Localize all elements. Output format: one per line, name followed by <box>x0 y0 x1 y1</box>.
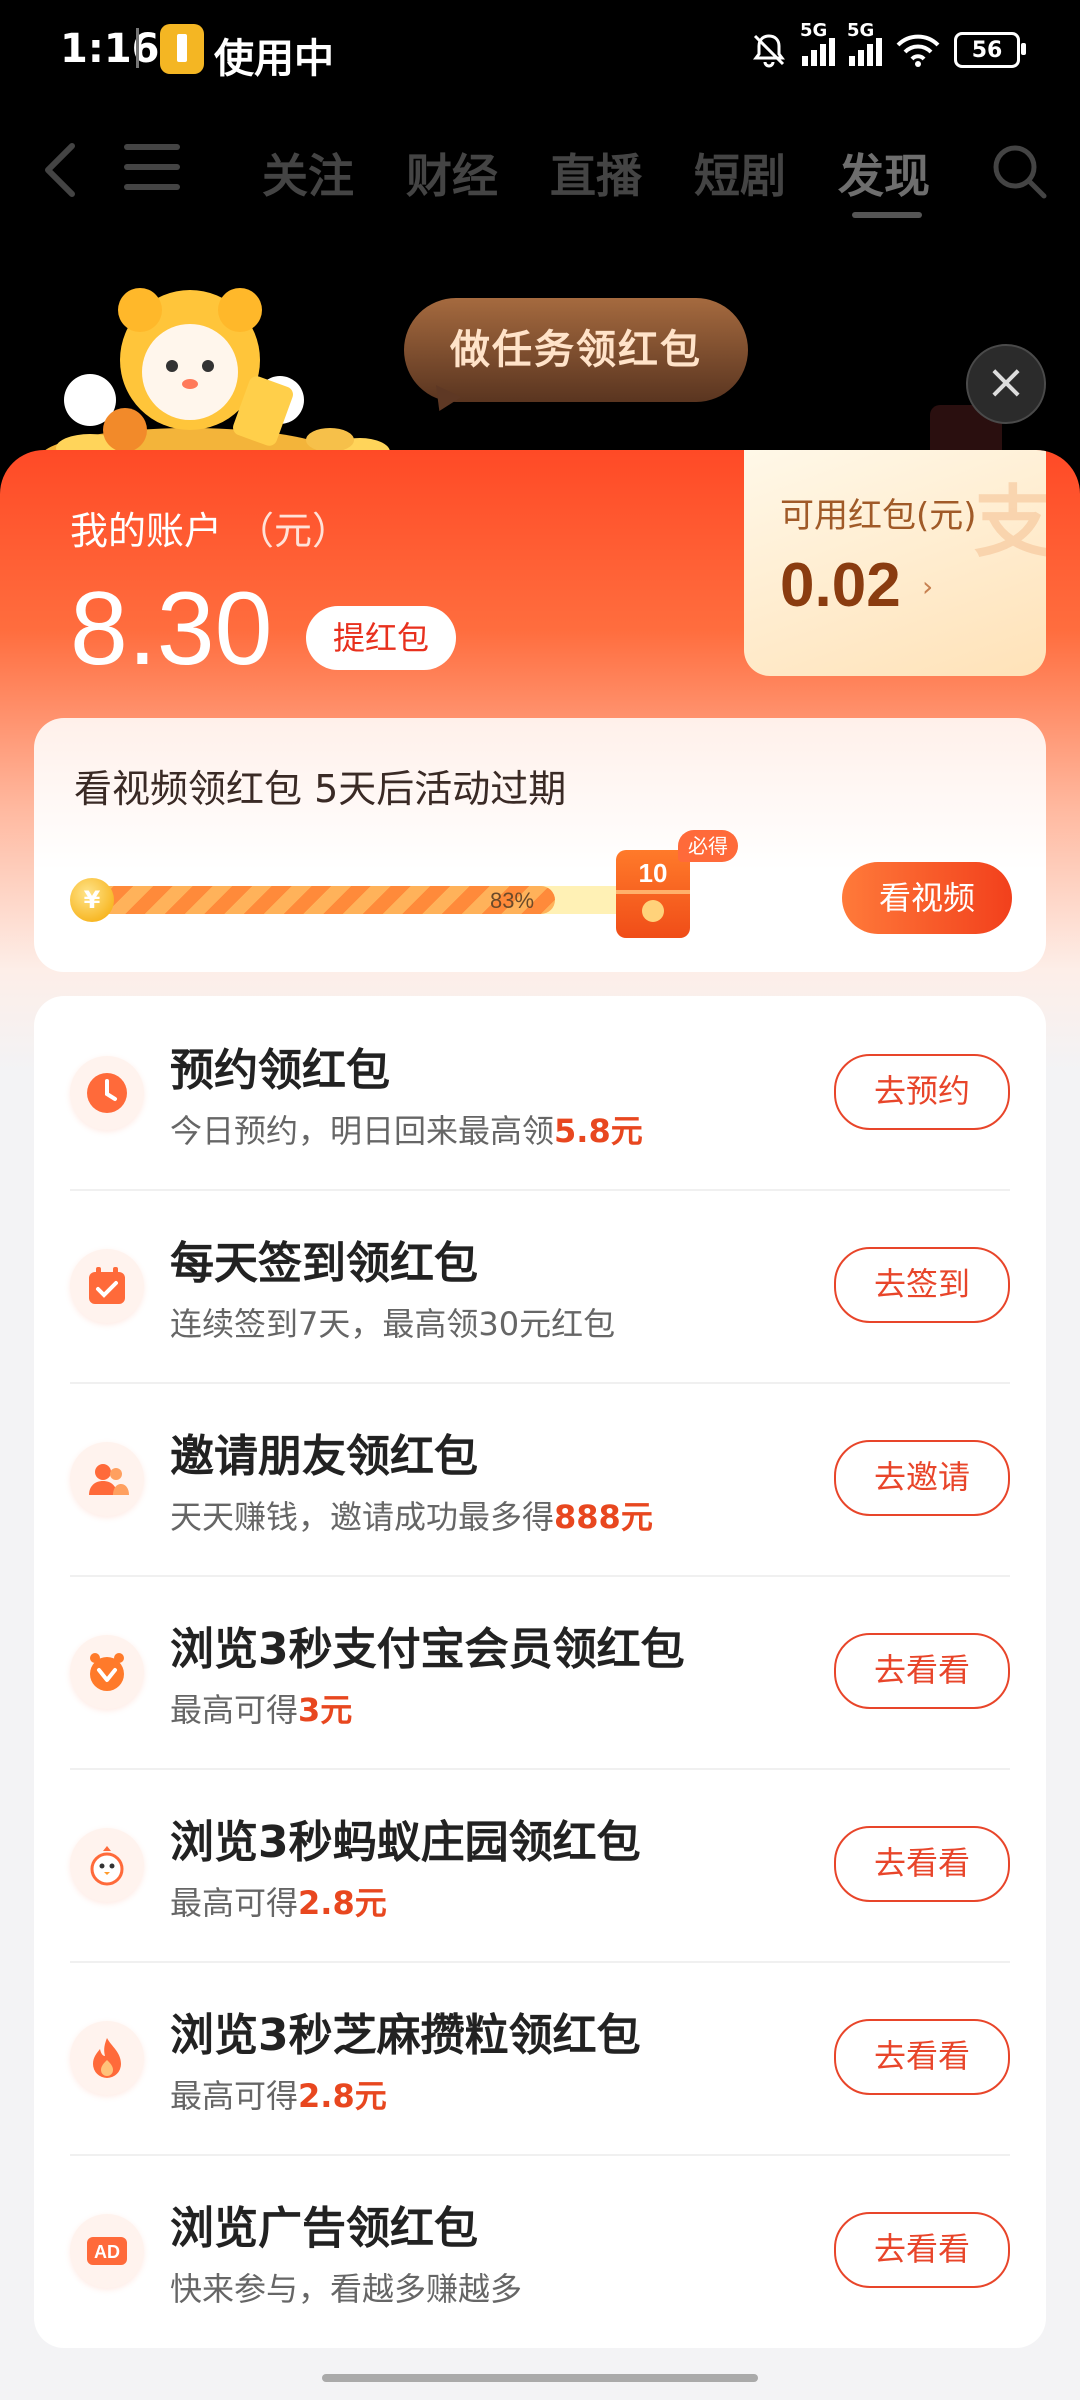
view-button[interactable]: 去看看 <box>834 1826 1010 1902</box>
task-subtitle: 天天赚钱，邀请成功最多得888元 <box>170 1498 653 1536</box>
task-subtitle: 最高可得3元 <box>170 1691 353 1729</box>
flashlight-icon <box>160 24 204 74</box>
friends-icon <box>70 1442 144 1516</box>
must-get-badge: 必得 <box>678 830 738 862</box>
task-subtitle: 最高可得2.8元 <box>170 2077 387 2115</box>
svg-text:AD: AD <box>94 2242 120 2262</box>
coin-icon: ¥ <box>70 878 114 922</box>
task-bubble: 做任务领红包 <box>404 298 748 402</box>
tab-live[interactable]: 直播 <box>550 140 642 206</box>
menu-icon[interactable] <box>124 144 180 196</box>
signal-icon: 5G <box>847 20 882 66</box>
account-title: 我的账户 （元） <box>70 509 351 553</box>
ad-icon: AD <box>70 2214 144 2288</box>
tab-finance[interactable]: 财经 <box>406 140 498 206</box>
redpacket-reward-icon: 10 <box>616 850 690 938</box>
task-subtitle: 连续签到7天，最高领30元红包 <box>170 1305 616 1343</box>
mute-bell-icon <box>753 34 785 68</box>
reserve-button[interactable]: 去预约 <box>834 1054 1010 1130</box>
view-button[interactable]: 去看看 <box>834 2212 1010 2288</box>
watch-video-button[interactable]: 看视频 <box>842 862 1012 934</box>
status-app-label: 使用中 <box>214 36 334 82</box>
progress-fill <box>74 886 556 914</box>
available-redpacket-card[interactable]: 支 可用红包(元) 0.02 › <box>744 450 1046 676</box>
active-tab-indicator <box>852 212 922 218</box>
flame-icon <box>70 2021 144 2095</box>
task-title: 浏览广告领红包 <box>170 2203 478 2254</box>
status-time: 1:16 <box>60 26 160 72</box>
task-row-invite: 邀请朋友领红包 天天赚钱，邀请成功最多得888元 去邀请 <box>70 1382 1010 1577</box>
status-divider <box>136 28 139 68</box>
chevron-right-icon: › <box>922 570 934 603</box>
search-icon[interactable] <box>990 142 1048 200</box>
reward-amount: 10 <box>638 858 668 888</box>
task-row-alipay-member: 浏览3秒支付宝会员领红包 最高可得3元 去看看 <box>70 1575 1010 1770</box>
status-icons: 5G 5G 56 <box>750 20 1026 72</box>
tab-short-drama[interactable]: 短剧 <box>694 140 786 206</box>
top-nav: 关注 财经 直播 短剧 发现 <box>0 120 1080 220</box>
task-row-ant-farm: 浏览3秒蚂蚁庄园领红包 最高可得2.8元 去看看 <box>70 1768 1010 1963</box>
task-title: 邀请朋友领红包 <box>170 1431 478 1482</box>
wifi-icon <box>896 34 940 67</box>
task-title: 浏览3秒支付宝会员领红包 <box>170 1624 685 1675</box>
task-subtitle: 今日预约，明日回来最高领5.8元 <box>170 1112 643 1150</box>
task-title: 预约领红包 <box>170 1045 390 1096</box>
task-title: 每天签到领红包 <box>170 1238 478 1289</box>
view-button[interactable]: 去看看 <box>834 2019 1010 2095</box>
task-subtitle: 最高可得2.8元 <box>170 1884 387 1922</box>
withdraw-button[interactable]: 提红包 <box>306 606 456 670</box>
progress-label: 83% <box>490 888 535 913</box>
chick-icon <box>70 1828 144 1902</box>
clock-icon <box>70 1056 144 1130</box>
available-amount: 0.02 <box>780 551 901 620</box>
back-icon[interactable] <box>36 140 96 200</box>
alipay-member-icon <box>70 1635 144 1709</box>
tab-follow[interactable]: 关注 <box>262 140 354 206</box>
account-amount: 8.30 <box>70 571 273 687</box>
invite-button[interactable]: 去邀请 <box>834 1440 1010 1516</box>
battery-icon: 56 <box>954 32 1026 68</box>
task-title: 浏览3秒芝麻攒粒领红包 <box>170 2010 641 2061</box>
task-row-reserve: 预约领红包 今日预约，明日回来最高领5.8元 去预约 <box>70 996 1010 1191</box>
view-button[interactable]: 去看看 <box>834 1633 1010 1709</box>
video-task-card: 看视频领红包 5天后活动过期 ¥ 83% 10 必得 看视频 <box>34 718 1046 972</box>
task-subtitle: 快来参与，看越多赚越多 <box>170 2270 523 2308</box>
status-bar: 1:16 使用中 5G 5G 56 <box>0 0 1080 100</box>
task-title: 浏览3秒蚂蚁庄园领红包 <box>170 1817 641 1868</box>
calendar-check-icon <box>70 1249 144 1323</box>
close-button[interactable]: × <box>966 344 1046 424</box>
signal-icon: 5G <box>800 20 835 66</box>
progress-bar <box>74 886 654 914</box>
main-card: 我的账户 （元） 8.30 提红包 支 可用红包(元) 0.02 › 看视频领红包… <box>0 450 1080 2400</box>
task-row-checkin: 每天签到领红包 连续签到7天，最高领30元红包 去签到 <box>70 1189 1010 1384</box>
tab-discover[interactable]: 发现 <box>838 140 930 206</box>
available-title: 可用红包(元) <box>780 496 977 536</box>
checkin-button[interactable]: 去签到 <box>834 1247 1010 1323</box>
alipay-watermark: 支 <box>973 478 1046 568</box>
task-list: 预约领红包 今日预约，明日回来最高领5.8元 去预约 每天签到领红包 连续签到7… <box>34 996 1046 2348</box>
task-row-sesame: 浏览3秒芝麻攒粒领红包 最高可得2.8元 去看看 <box>70 1961 1010 2156</box>
home-indicator[interactable] <box>322 2374 758 2382</box>
task-row-ads: AD 浏览广告领红包 快来参与，看越多赚越多 去看看 <box>70 2154 1010 2347</box>
video-task-title: 看视频领红包 5天后活动过期 <box>74 767 567 811</box>
